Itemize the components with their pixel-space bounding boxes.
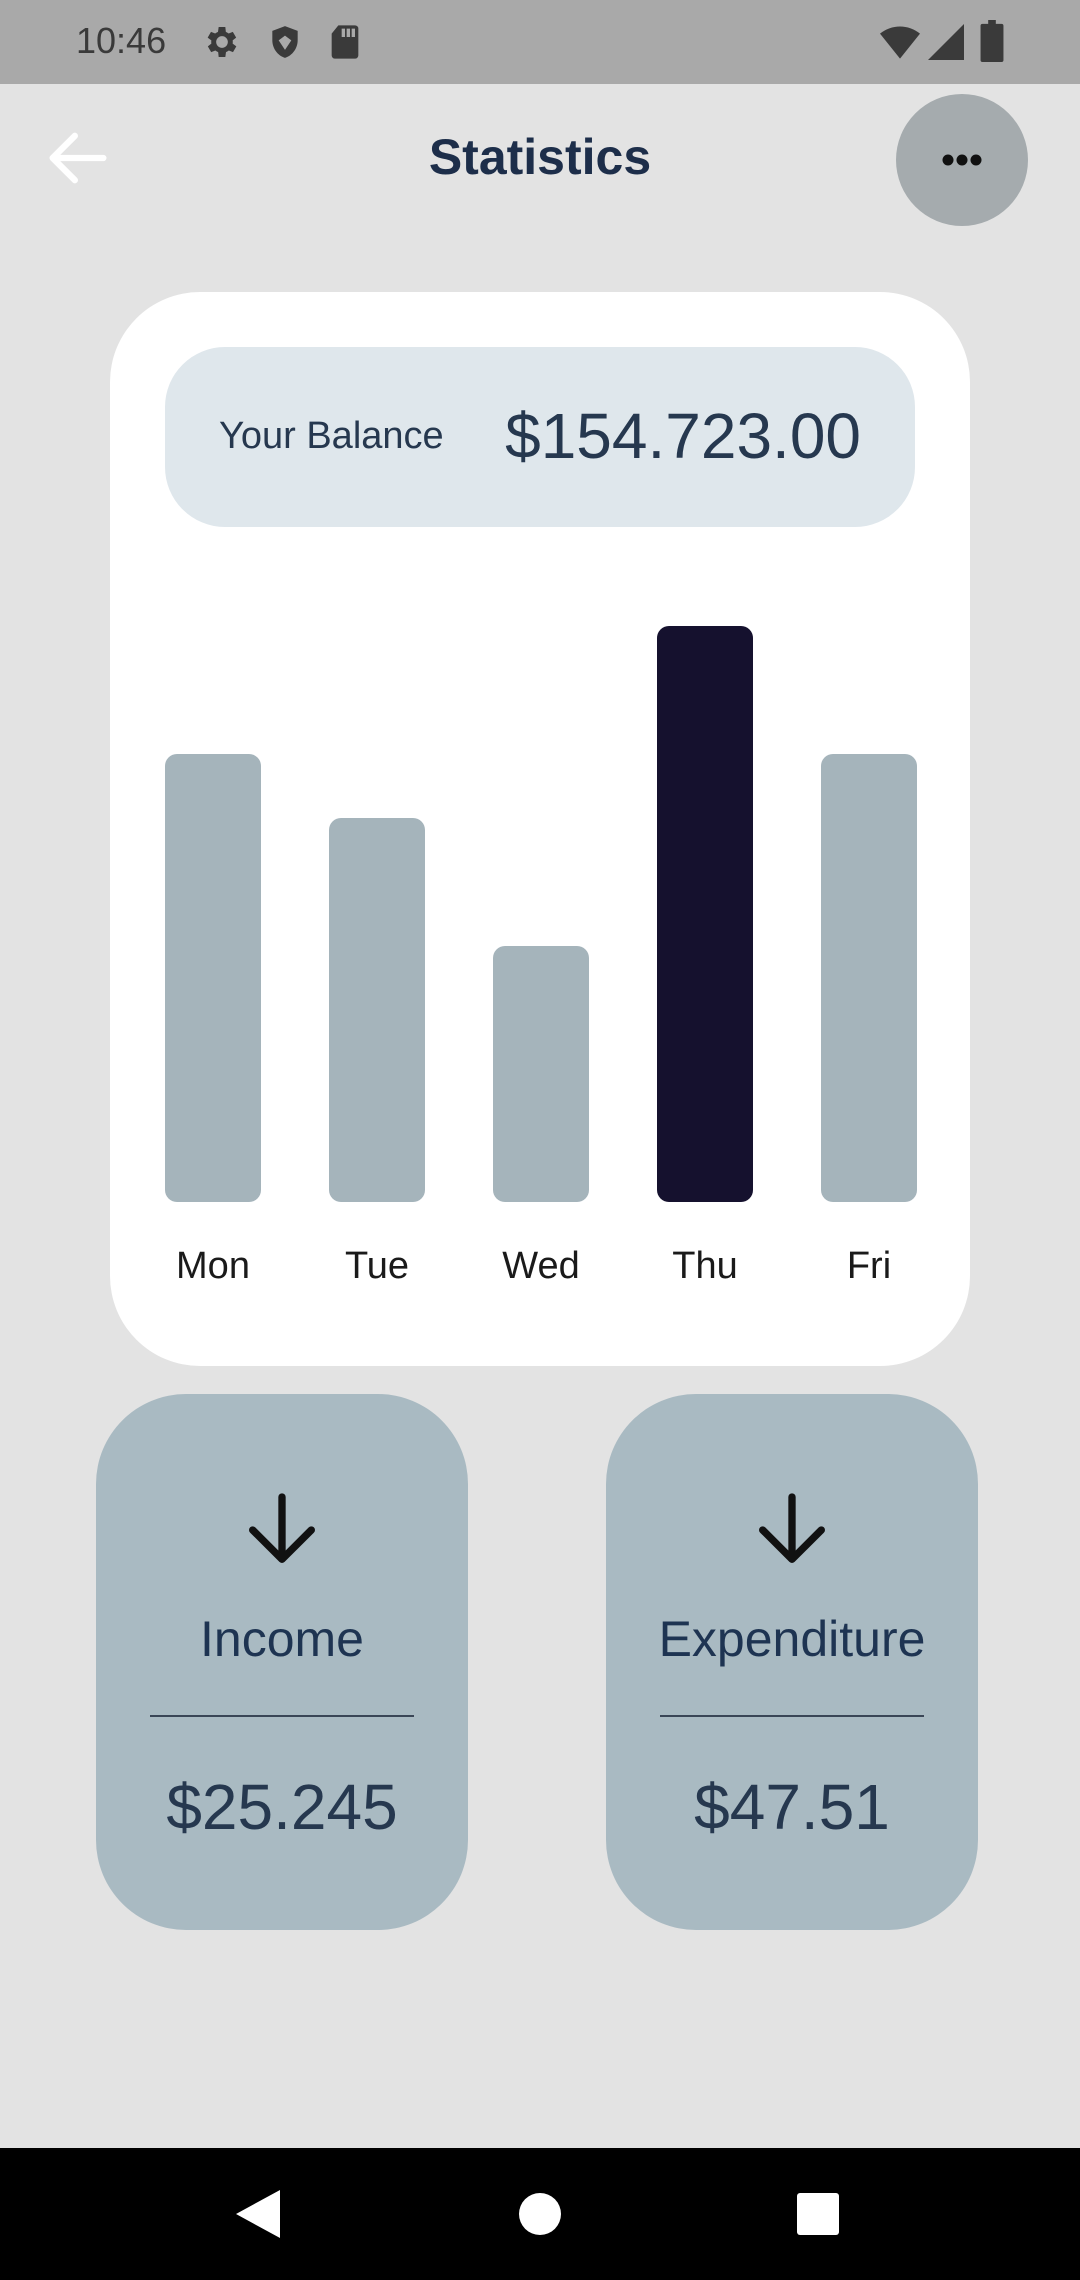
app-bar: Statistics — [0, 84, 1080, 236]
bar-fri[interactable] — [821, 754, 917, 1202]
expenditure-value: $47.51 — [694, 1771, 890, 1843]
x-tick-label-tue: Tue — [345, 1245, 409, 1287]
expenditure-card[interactable]: Expenditure $47.51 — [606, 1394, 978, 1930]
expenditure-title: Expenditure — [658, 1611, 926, 1667]
income-value: $25.245 — [166, 1771, 398, 1843]
income-title: Income — [200, 1611, 364, 1667]
battery-icon — [980, 20, 1004, 62]
weekly-bar-chart: Mon Tue Wed Thu Fri — [165, 626, 917, 1287]
statistics-card: Your Balance $154.723.00 Mon Tue Wed Thu Fri — [110, 292, 970, 1366]
nav-back-icon[interactable] — [236, 2190, 280, 2238]
balance-value: $154.723.00 — [505, 400, 861, 472]
bar-tue[interactable] — [329, 818, 425, 1202]
x-tick-label-fri: Fri — [847, 1245, 891, 1287]
x-tick-label-thu: Thu — [672, 1245, 737, 1287]
system-nav-bar — [0, 2148, 1080, 2280]
income-card[interactable]: Income $25.245 — [96, 1394, 468, 1930]
arrow-down-icon — [759, 1493, 825, 1563]
gear-icon — [207, 27, 237, 57]
balance-label: Your Balance — [219, 415, 444, 457]
bar-thu[interactable] — [657, 626, 753, 1202]
x-tick-label-mon: Mon — [176, 1245, 250, 1287]
status-time: 10:46 — [76, 20, 167, 61]
expenditure-divider — [660, 1715, 924, 1717]
shield-icon — [272, 26, 298, 58]
nav-home-icon[interactable] — [519, 2193, 561, 2235]
balance-summary: Your Balance $154.723.00 — [165, 347, 915, 527]
signal-icon — [928, 24, 964, 60]
bar-mon[interactable] — [165, 754, 261, 1202]
more-horizontal-icon — [942, 154, 982, 166]
wifi-icon — [880, 26, 920, 59]
income-divider — [150, 1715, 414, 1717]
x-tick-label-wed: Wed — [502, 1245, 579, 1287]
more-options-button[interactable] — [896, 94, 1028, 226]
bar-wed[interactable] — [493, 946, 589, 1202]
nav-recents-icon[interactable] — [797, 2193, 839, 2235]
arrow-down-icon — [249, 1493, 315, 1563]
status-bar: 10:46 — [0, 0, 1080, 84]
sd-card-icon — [331, 25, 359, 59]
